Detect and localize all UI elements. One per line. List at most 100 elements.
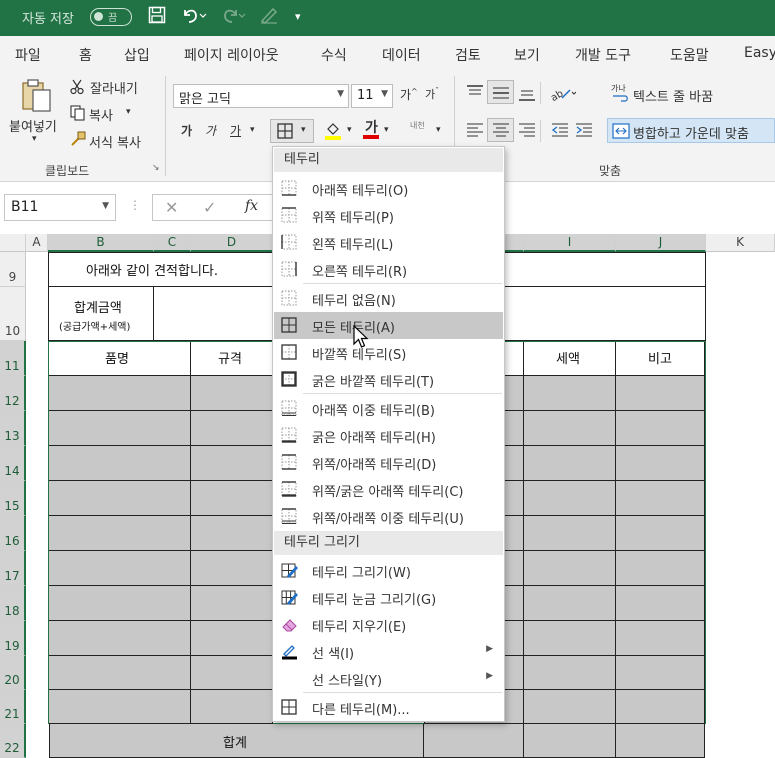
wrap-text-icon[interactable]: 가나 bbox=[611, 83, 629, 106]
tab-insert[interactable]: 삽입 bbox=[124, 45, 150, 65]
table-cell[interactable] bbox=[616, 516, 705, 551]
table-cell[interactable] bbox=[191, 656, 273, 690]
table-cell[interactable] bbox=[616, 656, 705, 690]
table-cell[interactable] bbox=[616, 411, 705, 446]
copy-button[interactable]: 복사 bbox=[89, 105, 113, 124]
row-header-10[interactable]: 10 bbox=[0, 287, 26, 341]
borders-button[interactable]: ▾ bbox=[270, 119, 314, 143]
row-header-21[interactable]: 21 bbox=[0, 690, 26, 724]
autosave-toggle[interactable]: 끔 bbox=[90, 8, 132, 26]
font-name-select[interactable]: 맑은 고딕 ▼ bbox=[173, 84, 349, 108]
table-cell[interactable] bbox=[191, 621, 273, 656]
format-painter-icon[interactable] bbox=[70, 131, 86, 151]
menu-item-top-thick-bottom-border[interactable]: 위쪽/굵은 아래쪽 테두리(C) bbox=[274, 476, 503, 503]
table-cell[interactable] bbox=[524, 411, 616, 446]
table-cell[interactable] bbox=[616, 551, 705, 586]
font-color-dropdown-icon[interactable]: ▾ bbox=[384, 125, 389, 135]
menu-item-thick-bottom-border[interactable]: 굵은 아래쪽 테두리(H) bbox=[274, 422, 503, 449]
col-header-c[interactable]: C bbox=[154, 234, 191, 252]
table-cell[interactable] bbox=[616, 690, 705, 724]
table-cell[interactable] bbox=[191, 481, 273, 516]
menu-item-no-border[interactable]: 테두리 없음(N) bbox=[274, 285, 503, 312]
tab-view[interactable]: 보기 bbox=[514, 45, 540, 65]
insert-function-button[interactable]: fx bbox=[245, 198, 258, 214]
save-icon[interactable] bbox=[148, 6, 166, 29]
tab-home[interactable]: 홈 bbox=[77, 45, 94, 73]
col-header-i[interactable]: I bbox=[524, 234, 616, 252]
menu-item-erase-border[interactable]: 테두리 지우기(E) bbox=[274, 611, 503, 638]
phonetic-button[interactable]: 내천 bbox=[410, 120, 425, 131]
table-cell[interactable] bbox=[524, 621, 616, 656]
col-header-h[interactable] bbox=[505, 234, 524, 252]
tab-help[interactable]: 도움말 bbox=[670, 45, 709, 65]
table-cell[interactable] bbox=[524, 446, 616, 481]
tab-data[interactable]: 데이터 bbox=[382, 45, 421, 65]
decrease-indent-icon[interactable] bbox=[551, 123, 569, 141]
paste-button[interactable]: 붙여넣기 bbox=[9, 116, 57, 135]
table-cell[interactable] bbox=[524, 690, 616, 724]
table-cell[interactable] bbox=[49, 690, 191, 724]
underline-button[interactable]: 가 bbox=[230, 122, 241, 139]
fill-color-dropdown-icon[interactable]: ▾ bbox=[347, 125, 352, 135]
table-cell[interactable] bbox=[524, 551, 616, 586]
increase-indent-icon[interactable] bbox=[575, 123, 593, 141]
menu-item-border-bottom[interactable]: 아래쪽 테두리(O) bbox=[274, 175, 503, 202]
table-cell[interactable] bbox=[616, 481, 705, 516]
row-header-19[interactable]: 19 bbox=[0, 621, 26, 656]
table-cell[interactable] bbox=[191, 411, 273, 446]
menu-item-bottom-double-border[interactable]: 아래쪽 이중 테두리(B) bbox=[274, 395, 503, 422]
menu-item-border-top[interactable]: 위쪽 테두리(P) bbox=[274, 202, 503, 229]
paste-icon[interactable] bbox=[20, 78, 54, 118]
align-top-icon[interactable] bbox=[466, 85, 484, 103]
orientation-icon[interactable]: ab bbox=[549, 84, 577, 106]
menu-item-border-left[interactable]: 왼쪽 테두리(L) bbox=[274, 229, 503, 256]
menu-item-more-borders[interactable]: 다른 테두리(M)... bbox=[274, 694, 503, 721]
menu-item-line-style[interactable]: 선 스타일(Y) ▶ bbox=[274, 665, 503, 692]
menu-item-top-bottom-border[interactable]: 위쪽/아래쪽 테두리(D) bbox=[274, 449, 503, 476]
format-painter-button[interactable]: 서식 복사 bbox=[89, 132, 141, 151]
copy-icon[interactable] bbox=[70, 105, 86, 125]
menu-item-top-double-bottom-border[interactable]: 위쪽/아래쪽 이중 테두리(U) bbox=[274, 503, 503, 530]
align-left-icon[interactable] bbox=[466, 123, 484, 141]
col-header-b[interactable]: B bbox=[48, 234, 154, 252]
font-color-icon[interactable]: 가 bbox=[362, 119, 380, 145]
row-header-14[interactable]: 14 bbox=[0, 446, 26, 481]
align-bottom-icon[interactable] bbox=[518, 87, 536, 105]
menu-item-border-right[interactable]: 오른쪽 테두리(R) bbox=[274, 256, 503, 283]
table-cell[interactable] bbox=[191, 446, 273, 481]
draw-icon[interactable] bbox=[259, 6, 279, 29]
row-header-20[interactable]: 20 bbox=[0, 656, 26, 690]
row-header-13[interactable]: 13 bbox=[0, 411, 26, 446]
merge-center-button[interactable]: 병합하고 가운데 맞춤 bbox=[607, 118, 775, 143]
table-cell[interactable] bbox=[49, 446, 191, 481]
tab-review[interactable]: 검토 bbox=[455, 45, 481, 65]
table-cell[interactable] bbox=[616, 586, 705, 621]
menu-item-draw-border[interactable]: 테두리 그리기(W) bbox=[274, 557, 503, 584]
select-all-corner[interactable] bbox=[0, 234, 26, 252]
italic-button[interactable]: 가 bbox=[205, 122, 216, 139]
cut-button[interactable]: 잘라내기 bbox=[90, 78, 138, 97]
align-center-button[interactable] bbox=[487, 118, 514, 142]
table-cell[interactable] bbox=[616, 376, 705, 411]
table-cell[interactable] bbox=[191, 690, 273, 724]
table-cell[interactable] bbox=[49, 586, 191, 621]
tab-easy[interactable]: Easy bbox=[744, 45, 775, 61]
cell-total-h[interactable] bbox=[424, 724, 524, 758]
cancel-icon[interactable]: ✕ bbox=[165, 198, 178, 217]
row-header-17[interactable]: 17 bbox=[0, 551, 26, 586]
table-cell[interactable] bbox=[524, 656, 616, 690]
bold-button[interactable]: 가 bbox=[181, 122, 192, 139]
underline-dropdown-icon[interactable]: ▾ bbox=[250, 125, 255, 135]
redo-icon[interactable] bbox=[220, 6, 246, 29]
row-header-15[interactable]: 15 bbox=[0, 481, 26, 516]
row-header-22[interactable]: 22 bbox=[0, 724, 26, 758]
table-cell[interactable] bbox=[616, 621, 705, 656]
undo-icon[interactable] bbox=[181, 6, 207, 29]
clipboard-launcher-icon[interactable]: ↘ bbox=[152, 163, 160, 173]
table-cell[interactable] bbox=[49, 621, 191, 656]
shrink-font-button[interactable]: 가ˇ bbox=[425, 86, 439, 102]
table-cell[interactable] bbox=[49, 411, 191, 446]
col-header-d[interactable]: D bbox=[191, 234, 273, 252]
table-cell[interactable] bbox=[191, 551, 273, 586]
menu-item-outside-borders[interactable]: 바깥쪽 테두리(S) bbox=[274, 339, 503, 366]
